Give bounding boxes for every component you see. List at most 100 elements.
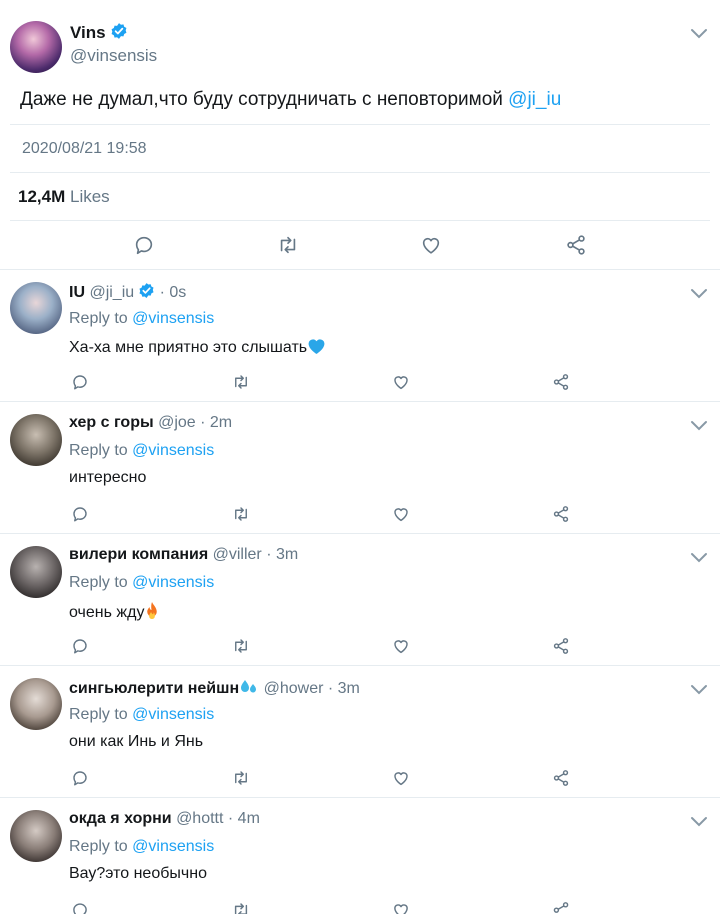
tweet-text: Даже не думал,что буду сотрудничать с не…	[20, 89, 561, 111]
share-icon[interactable]	[552, 373, 570, 391]
retweet-icon[interactable]	[231, 505, 251, 523]
reply-author-name[interactable]: сингьюлерити нейшн	[69, 680, 239, 697]
share-icon[interactable]	[552, 505, 570, 523]
reply-to: Reply to @vinsensis	[69, 442, 214, 460]
reply-to-label: Reply to	[69, 442, 133, 459]
reply-to-mention[interactable]: @vinsensis	[132, 574, 214, 591]
share-icon[interactable]	[565, 234, 587, 256]
avatar[interactable]	[10, 414, 62, 466]
retweet-icon[interactable]	[231, 637, 251, 655]
reply-text: интересно	[69, 469, 147, 486]
reply-author-name[interactable]: вилери компания	[69, 546, 208, 563]
tweet-body: Даже не думал,что буду сотрудничать с не…	[20, 89, 509, 110]
reply-to: Reply to @vinsensis	[69, 706, 214, 724]
chevron-down-icon[interactable]	[690, 684, 708, 696]
share-icon[interactable]	[552, 637, 570, 655]
reply-header: окда я хорни @hottt · 4m	[69, 810, 260, 828]
reply-icon[interactable]	[133, 234, 155, 256]
reply-text-body: очень жду	[69, 604, 145, 621]
likes-label: Likes	[69, 187, 110, 206]
reply-tweet[interactable]: хер с горы @joe · 2m Reply to @vinsensis…	[0, 402, 720, 534]
reply-time: · 4m	[227, 810, 260, 827]
reply-text: они как Инь и Янь	[69, 733, 204, 750]
reply-to: Reply to @vinsensis	[69, 838, 214, 856]
reply-icon[interactable]	[71, 373, 89, 391]
reply-handle[interactable]: @hower	[264, 680, 324, 697]
likes-count[interactable]: 12,4M Likes	[18, 187, 110, 207]
reply-to-mention[interactable]: @vinsensis	[132, 838, 214, 855]
reply-to-mention[interactable]: @vinsensis	[132, 442, 214, 459]
heart-icon[interactable]	[392, 769, 410, 787]
reply-time: · 2m	[200, 414, 233, 431]
retweet-icon[interactable]	[276, 234, 300, 256]
reply-author-name[interactable]: окда я хорни	[69, 810, 172, 827]
reply-to-label: Reply to	[69, 310, 133, 327]
retweet-icon[interactable]	[231, 901, 251, 914]
retweet-icon[interactable]	[231, 769, 251, 787]
reply-to: Reply to @vinsensis	[69, 310, 214, 328]
verified-badge-icon	[138, 282, 155, 304]
avatar[interactable]	[10, 282, 62, 334]
divider	[10, 220, 710, 221]
reply-to: Reply to @vinsensis	[69, 574, 214, 592]
reply-to-mention[interactable]: @vinsensis	[132, 706, 214, 723]
likes-number: 12,4M	[18, 187, 66, 206]
reply-header: хер с горы @joe · 2m	[69, 414, 232, 432]
share-icon[interactable]	[552, 769, 570, 787]
reply-header: IU @ji_iu · 0s	[69, 282, 186, 304]
reply-tweet[interactable]: окда я хорни @hottt · 4m Reply to @vinse…	[0, 798, 720, 914]
heart-icon[interactable]	[420, 234, 442, 256]
tweet-timestamp: 2020/08/21 19:58	[22, 140, 147, 157]
heart-icon[interactable]	[392, 637, 410, 655]
chevron-down-icon[interactable]	[690, 552, 708, 564]
mention-link[interactable]: @ji_iu	[508, 89, 561, 110]
retweet-icon[interactable]	[231, 373, 251, 391]
share-icon[interactable]	[552, 901, 570, 914]
reply-tweet[interactable]: IU @ji_iu · 0s Reply to @vinsensis Ха-ха…	[0, 270, 720, 402]
reply-to-label: Reply to	[69, 706, 133, 723]
reply-time: · 3m	[266, 546, 299, 563]
heart-icon[interactable]	[392, 901, 410, 914]
heart-icon[interactable]	[392, 505, 410, 523]
sweat-droplets-icon	[239, 678, 259, 701]
chevron-down-icon[interactable]	[690, 420, 708, 432]
reply-text: очень жду	[69, 601, 160, 625]
main-tweet: Vins @vinsensis Даже не думал,что буду с…	[0, 0, 720, 270]
fire-icon	[144, 601, 160, 625]
reply-text: Вау?это необычно	[69, 865, 207, 882]
reply-to-mention[interactable]: @vinsensis	[132, 310, 214, 327]
reply-header: сингьюлерити нейшн @hower · 3m	[69, 678, 360, 701]
reply-tweet[interactable]: сингьюлерити нейшн @hower · 3m Reply to …	[0, 666, 720, 798]
reply-handle[interactable]: @joe	[158, 414, 196, 431]
author-handle[interactable]: @vinsensis	[70, 46, 157, 66]
reply-icon[interactable]	[71, 901, 89, 914]
reply-text-body: Ха-ха мне приятно это слышать	[69, 339, 308, 356]
chevron-down-icon[interactable]	[690, 28, 708, 40]
reply-icon[interactable]	[71, 505, 89, 523]
reply-time: · 3m	[327, 680, 360, 697]
reply-icon[interactable]	[71, 769, 89, 787]
avatar[interactable]	[10, 546, 62, 598]
reply-handle[interactable]: @viller	[213, 546, 262, 563]
reply-tweet[interactable]: вилери компания @viller · 3m Reply to @v…	[0, 534, 720, 666]
chevron-down-icon[interactable]	[690, 288, 708, 300]
avatar[interactable]	[10, 678, 62, 730]
reply-time: · 0s	[159, 284, 187, 301]
author-name[interactable]: Vins	[70, 22, 128, 45]
heart-icon[interactable]	[392, 373, 410, 391]
avatar[interactable]	[10, 810, 62, 862]
blue-heart-icon	[307, 337, 326, 360]
reply-author-name[interactable]: хер с горы	[69, 414, 154, 431]
chevron-down-icon[interactable]	[690, 816, 708, 828]
reply-handle[interactable]: @hottt	[176, 810, 223, 827]
verified-badge-icon	[110, 22, 128, 45]
reply-author-name[interactable]: IU	[69, 284, 85, 301]
reply-icon[interactable]	[71, 637, 89, 655]
reply-header: вилери компания @viller · 3m	[69, 546, 298, 564]
avatar[interactable]	[10, 21, 62, 73]
reply-handle[interactable]: @ji_iu	[89, 284, 134, 301]
divider	[10, 172, 710, 173]
reply-to-label: Reply to	[69, 838, 133, 855]
divider	[10, 124, 710, 125]
author-name-text: Vins	[70, 23, 106, 42]
